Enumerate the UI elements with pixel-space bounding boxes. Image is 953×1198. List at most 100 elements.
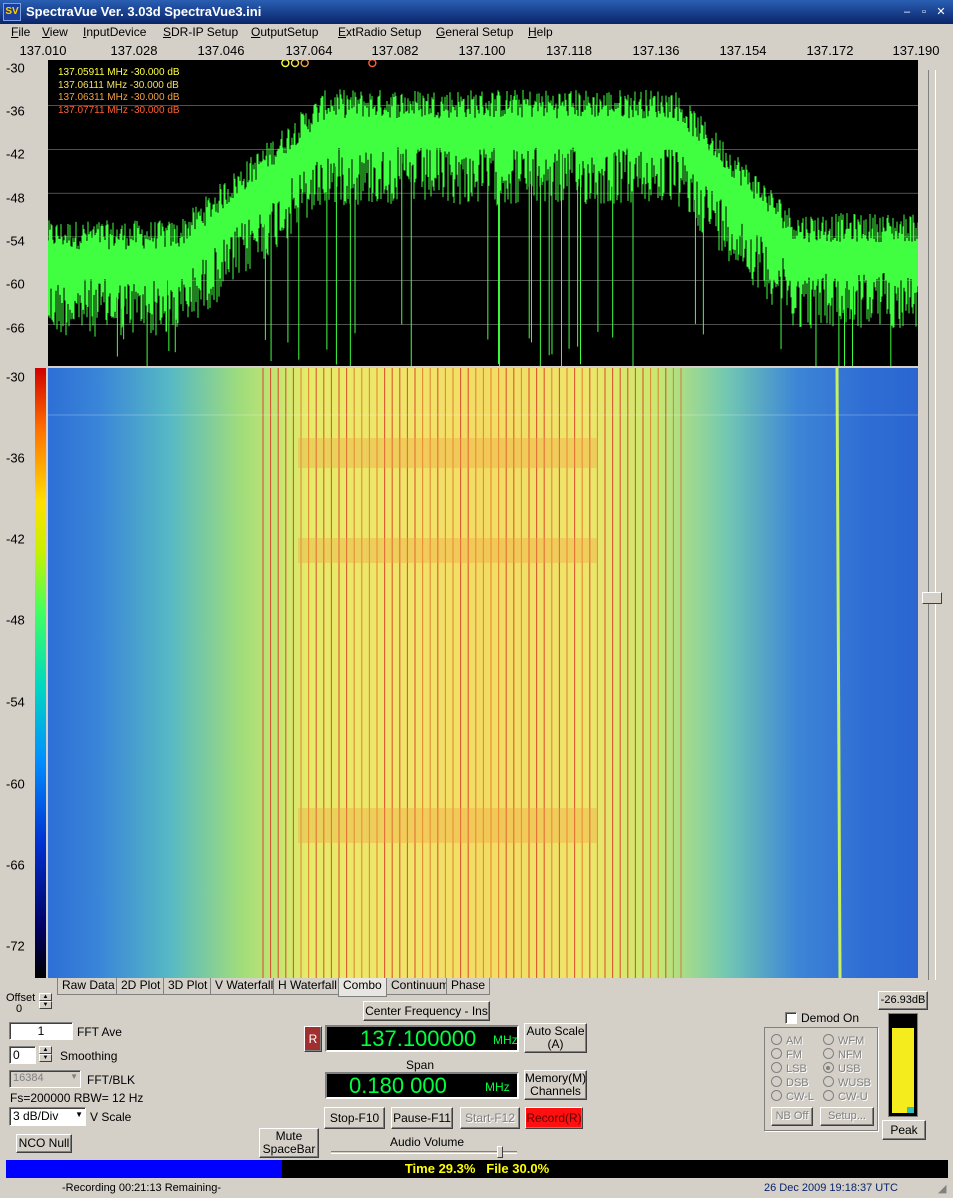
marker-list: 137.05911 MHz -30.000 dB 137.06111 MHz -… xyxy=(58,67,180,117)
tab-h-waterfall[interactable]: H Waterfall xyxy=(273,978,342,995)
center-frequency-value: 137.100000 xyxy=(360,1026,477,1051)
menu-sdr-ip-setup[interactable]: SDR-IP Setup xyxy=(163,25,238,39)
mute-button[interactable]: Mute SpaceBar xyxy=(259,1128,319,1158)
radio-nfm[interactable]: NFM xyxy=(823,1048,862,1061)
signal-meter-peak xyxy=(892,1028,914,1031)
vscale-label: V Scale xyxy=(90,1110,132,1124)
vscale-value: 3 dB/Div xyxy=(13,1109,59,1123)
offset-value: 0 xyxy=(16,1003,23,1015)
freq-tick-label: 137.010 xyxy=(19,43,67,58)
nco-null-button[interactable]: NCO Null xyxy=(16,1134,72,1153)
spectrum-db-label: -36 xyxy=(6,103,25,119)
pause-button[interactable]: Pause-F11 xyxy=(391,1107,453,1129)
offset-stepper[interactable]: ▲ ▼ xyxy=(39,993,52,1010)
signal-meter xyxy=(888,1013,918,1117)
memory-channels-button[interactable]: Memory(M) Channels xyxy=(524,1070,587,1100)
waterfall-color-scale xyxy=(35,368,46,978)
vscale-select[interactable]: 3 dB/Div ▼ xyxy=(9,1107,86,1126)
center-frequency-button[interactable]: Center Frequency - Ins xyxy=(363,1001,490,1021)
waterfall-db-label: -42 xyxy=(6,531,25,547)
close-icon[interactable]: ✕ xyxy=(934,5,948,19)
frequency-marker xyxy=(368,58,377,68)
radio-fm[interactable]: FM xyxy=(771,1048,802,1061)
waterfall-db-label: -36 xyxy=(6,450,25,466)
waterfall-carrier xyxy=(835,367,842,979)
menu-extradio-setup[interactable]: ExtRadio Setup xyxy=(338,25,421,39)
waterfall-db-label: -60 xyxy=(6,776,25,792)
span-unit: MHz xyxy=(485,1080,510,1094)
spectrum-db-label: -54 xyxy=(6,233,25,249)
gain-slider-track[interactable] xyxy=(928,70,936,980)
start-button[interactable]: Start-F12 xyxy=(460,1107,520,1129)
span-display[interactable]: 0.180 000 MHz xyxy=(325,1072,519,1099)
radio-am[interactable]: AM xyxy=(771,1034,803,1047)
radio-cw-l[interactable]: CW-L xyxy=(771,1090,814,1103)
menu-output-setup[interactable]: OutputSetup xyxy=(251,25,318,39)
menu-view[interactable]: View xyxy=(42,25,68,39)
audio-volume-label: Audio Volume xyxy=(390,1135,465,1149)
waterfall-db-label: -66 xyxy=(6,857,25,873)
peak-button[interactable]: Peak xyxy=(882,1120,926,1140)
spectrum-db-label: -48 xyxy=(6,190,25,206)
freq-tick-label: 137.172 xyxy=(806,43,854,58)
tab-raw-data[interactable]: Raw Data xyxy=(57,978,120,995)
radio-dsb[interactable]: DSB xyxy=(771,1076,809,1089)
record-progress-bar: Time 29.3% File 30.0% xyxy=(6,1160,948,1178)
smoothing-stepper[interactable]: ▲ ▼ xyxy=(39,1046,52,1063)
restore-icon[interactable]: ▫ xyxy=(917,5,931,19)
minimize-icon[interactable]: – xyxy=(900,5,914,19)
menu-general-setup[interactable]: General Setup xyxy=(436,25,513,39)
tab-phase[interactable]: Phase xyxy=(446,978,491,995)
waterfall-db-label: -72 xyxy=(6,938,25,954)
r-button[interactable]: R xyxy=(304,1026,322,1052)
spectravue-window: SV SpectraVue Ver. 3.03d SpectraVue3.ini… xyxy=(0,0,953,1198)
center-frequency-display[interactable]: 137.100000 MHz xyxy=(325,1025,519,1052)
tab-2d-plot[interactable]: 2D Plot xyxy=(116,978,166,995)
tab-combo[interactable]: Combo xyxy=(338,978,387,997)
marker-readout: 137.06311 MHz -30.000 dB xyxy=(58,92,180,103)
fft-ave-label: FFT Ave xyxy=(77,1025,122,1039)
gain-slider-thumb[interactable] xyxy=(922,592,942,604)
demod-on-checkbox[interactable] xyxy=(785,1012,797,1024)
radio-wusb[interactable]: WUSB xyxy=(823,1076,871,1089)
signal-meter-fill xyxy=(892,1030,914,1113)
record-button[interactable]: Record(R) xyxy=(525,1107,583,1129)
menu-input-device[interactable]: InputDevice xyxy=(83,25,146,39)
waterfall-display[interactable] xyxy=(48,367,918,979)
fs-rbw-readout: Fs=200000 RBW= 12 Hz xyxy=(10,1091,144,1105)
freq-tick-label: 137.190 xyxy=(892,43,940,58)
tab-v-waterfall[interactable]: V Waterfall xyxy=(210,978,279,995)
frequency-axis: 137.010 137.028 137.046 137.064 137.082 … xyxy=(0,42,953,60)
audio-volume-thumb[interactable] xyxy=(497,1146,503,1158)
menu-help[interactable]: Help xyxy=(528,25,553,39)
fft-ave-input[interactable]: 1 xyxy=(9,1022,73,1040)
fft-blk-select[interactable]: 16384 ▼ xyxy=(9,1070,81,1088)
app-icon[interactable]: SV xyxy=(3,3,21,21)
waterfall-band xyxy=(298,438,598,468)
span-label: Span xyxy=(406,1058,435,1072)
radio-wfm[interactable]: WFM xyxy=(823,1034,864,1047)
record-progress-text: Time 29.3% File 30.0% xyxy=(404,1161,550,1176)
auto-scale-button[interactable]: Auto Scale (A) xyxy=(524,1023,587,1053)
menu-bar: File View InputDevice SDR-IP Setup Outpu… xyxy=(0,24,953,42)
tab-3d-plot[interactable]: 3D Plot xyxy=(163,978,213,995)
waterfall-db-label: -30 xyxy=(6,369,25,385)
tab-continuum[interactable]: Continuum xyxy=(386,978,455,995)
radio-cw-u[interactable]: CW-U xyxy=(823,1090,868,1103)
spectrum-db-label: -66 xyxy=(6,320,25,336)
demod-mode-group: AM WFM FM NFM LSB USB DSB WUSB CW-L CW-U… xyxy=(764,1027,878,1131)
freq-tick-label: 137.046 xyxy=(197,43,245,58)
smoothing-input[interactable]: 0 xyxy=(9,1046,36,1064)
menu-file[interactable]: File xyxy=(11,25,30,39)
stop-button[interactable]: Stop-F10 xyxy=(324,1107,385,1129)
radio-usb[interactable]: USB xyxy=(823,1062,861,1075)
span-value: 0.180 000 xyxy=(349,1073,447,1098)
frequency-marker xyxy=(281,58,290,68)
demod-setup-button[interactable]: Setup... xyxy=(820,1107,874,1126)
spectrum-db-label: -30 xyxy=(6,60,25,76)
radio-lsb[interactable]: LSB xyxy=(771,1062,807,1075)
recording-status: -Recording 00:21:13 Remaining- xyxy=(62,1182,221,1194)
audio-volume-track[interactable] xyxy=(331,1151,517,1154)
resize-grip-icon[interactable]: ◢ xyxy=(938,1182,946,1195)
nb-off-button[interactable]: NB Off xyxy=(771,1107,813,1126)
